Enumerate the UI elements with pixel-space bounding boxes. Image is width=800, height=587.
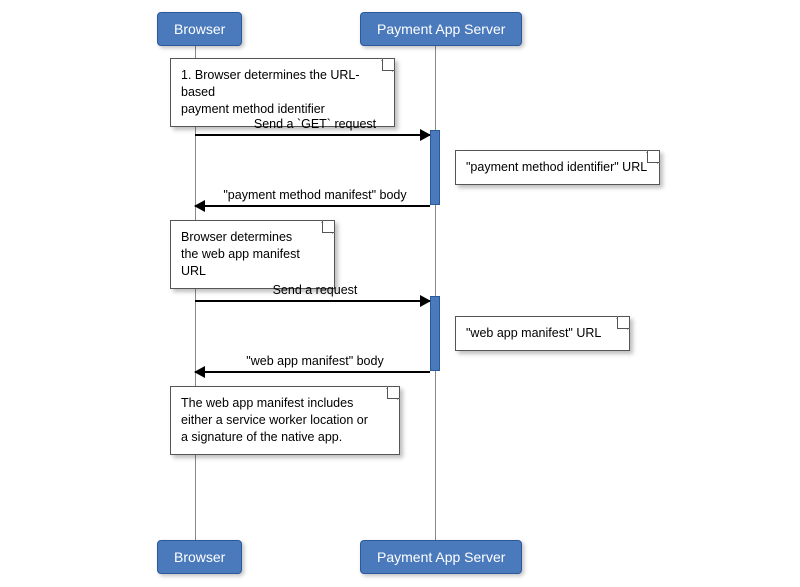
participant-label: Payment App Server xyxy=(377,549,505,565)
note-text: The web app manifest includes either a s… xyxy=(181,396,368,444)
message-arrow-get-request xyxy=(195,134,430,136)
participant-server-bottom: Payment App Server xyxy=(360,540,522,574)
message-label-manifest-body: "payment method manifest" body xyxy=(195,188,435,202)
sequence-diagram: Browser Payment App Server 1. Browser de… xyxy=(0,0,800,587)
note-identifier-url: "payment method identifier" URL xyxy=(455,150,660,185)
note-text: 1. Browser determines the URL-based paym… xyxy=(181,68,360,116)
note-text: Browser determines the web app manifest … xyxy=(181,230,300,278)
message-arrow-manifest-body xyxy=(195,205,430,207)
message-arrow-webapp-body xyxy=(195,371,430,373)
participant-label: Payment App Server xyxy=(377,21,505,37)
participant-browser-bottom: Browser xyxy=(157,540,242,574)
note-webapp-url: "web app manifest" URL xyxy=(455,316,630,351)
note-determine-webapp-url: Browser determines the web app manifest … xyxy=(170,220,335,289)
participant-server-top: Payment App Server xyxy=(360,12,522,46)
participant-label: Browser xyxy=(174,21,225,37)
participant-label: Browser xyxy=(174,549,225,565)
message-arrow-send-request xyxy=(195,300,430,302)
note-text: "web app manifest" URL xyxy=(466,326,601,340)
lifeline-server xyxy=(435,40,436,550)
message-label-send-request: Send a request xyxy=(195,283,435,297)
note-webapp-includes: The web app manifest includes either a s… xyxy=(170,386,400,455)
message-label-get-request: Send a `GET` request xyxy=(195,117,435,131)
participant-browser-top: Browser xyxy=(157,12,242,46)
note-text: "payment method identifier" URL xyxy=(466,160,647,174)
message-label-webapp-body: "web app manifest" body xyxy=(195,354,435,368)
